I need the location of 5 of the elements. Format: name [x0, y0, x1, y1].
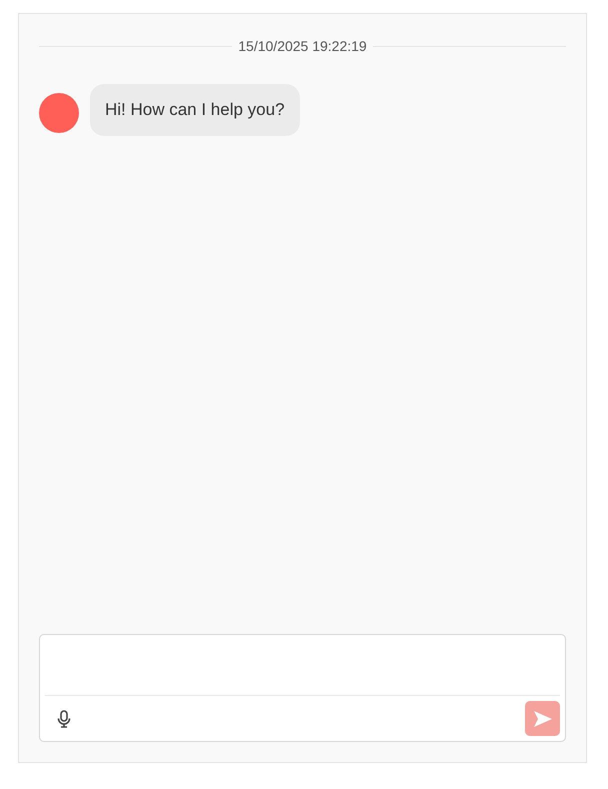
send-icon: [534, 710, 552, 726]
microphone-icon[interactable]: [57, 710, 71, 728]
message-bubble: Hi! How can I help you?: [90, 84, 300, 136]
timestamp: 15/10/2025 19:22:19: [238, 37, 367, 56]
avatar: [39, 93, 79, 134]
